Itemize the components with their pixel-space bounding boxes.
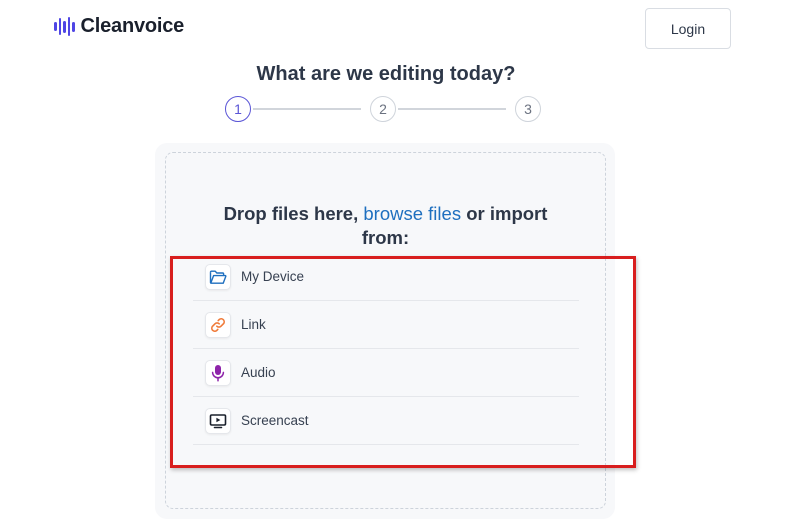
stepper: 1 2 3 <box>224 96 542 123</box>
link-icon <box>205 311 231 338</box>
step-connector <box>398 108 506 110</box>
source-label: Screencast <box>241 413 309 428</box>
login-button[interactable]: Login <box>645 8 731 49</box>
source-my-device[interactable]: My Device <box>193 253 579 301</box>
screen-icon <box>205 407 231 434</box>
browse-files-link[interactable]: browse files <box>363 203 461 224</box>
source-label: Link <box>241 317 266 332</box>
step-connector <box>253 108 361 110</box>
step-2: 2 <box>370 96 396 122</box>
import-source-list: My Device Link Audio Screencast <box>193 253 579 445</box>
microphone-icon <box>205 359 231 386</box>
brand-logo[interactable]: Cleanvoice <box>54 15 184 38</box>
brand-name: Cleanvoice <box>80 15 185 37</box>
drop-instructions: Drop files here, browse files or import … <box>166 202 605 250</box>
folder-icon <box>205 263 231 290</box>
source-link[interactable]: Link <box>193 301 579 349</box>
source-label: Audio <box>241 365 276 380</box>
step-1: 1 <box>225 96 251 122</box>
step-3: 3 <box>515 96 541 122</box>
source-screencast[interactable]: Screencast <box>193 397 579 445</box>
drop-prefix: Drop files here, <box>223 203 359 224</box>
source-label: My Device <box>241 269 305 284</box>
soundwave-icon <box>54 17 75 37</box>
source-audio[interactable]: Audio <box>193 349 579 397</box>
page-title: What are we editing today? <box>256 63 516 85</box>
